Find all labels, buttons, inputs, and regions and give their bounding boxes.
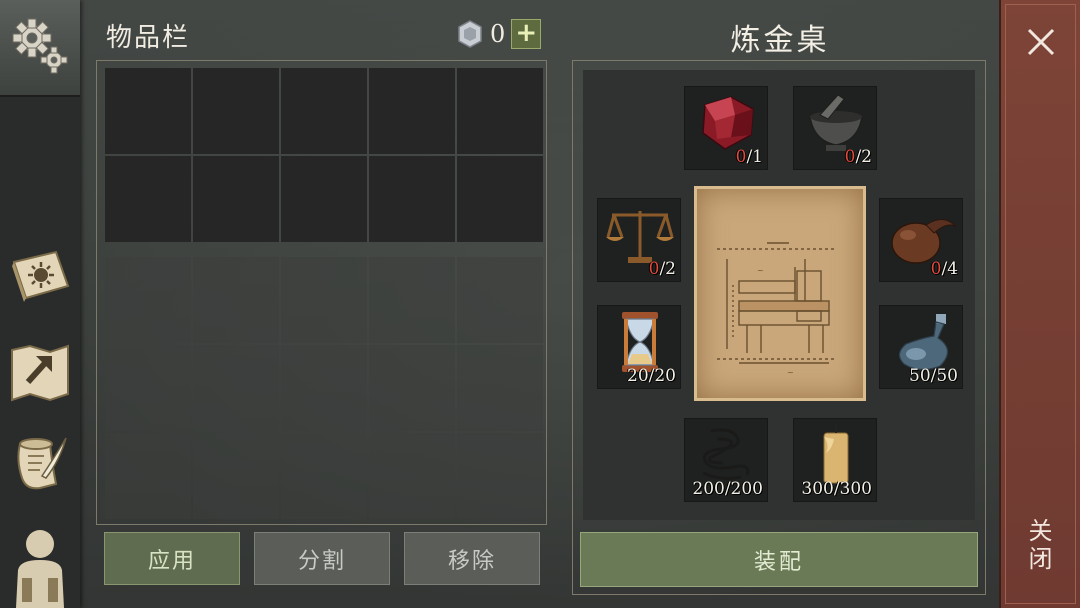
inventory-active-grid bbox=[105, 68, 543, 242]
split-button[interactable]: 分割 bbox=[254, 532, 390, 585]
count-need: 300/300 bbox=[801, 479, 872, 499]
currency-display: 0 + bbox=[456, 18, 542, 50]
silver-gem-icon bbox=[458, 20, 482, 48]
slot-flask[interactable]: 50/50 bbox=[879, 305, 963, 389]
locked-slot bbox=[105, 433, 191, 519]
slot-count: 200/200 bbox=[692, 479, 763, 499]
mortar-pestle-icon bbox=[809, 94, 863, 151]
locked-slot bbox=[457, 257, 543, 343]
map-button[interactable] bbox=[6, 338, 74, 406]
inventory-slot[interactable] bbox=[457, 156, 543, 242]
inventory-slot[interactable] bbox=[193, 156, 279, 242]
inventory-slot[interactable] bbox=[193, 68, 279, 154]
slot-hourglass[interactable]: 20/20 bbox=[597, 305, 681, 389]
slot-count: 300/300 bbox=[801, 479, 872, 499]
count-have: 0 bbox=[844, 147, 856, 167]
glass-flask-icon bbox=[898, 314, 949, 371]
inventory-slot[interactable] bbox=[281, 156, 367, 242]
slot-red-crystal[interactable]: 0/1 bbox=[684, 86, 768, 170]
count-need: 50/50 bbox=[909, 366, 958, 386]
inventory-slot[interactable] bbox=[369, 68, 455, 154]
locked-slot bbox=[281, 257, 367, 343]
slot-count: 0/2 bbox=[649, 259, 676, 279]
svg-text:~: ~ bbox=[757, 266, 764, 275]
slot-gourd[interactable]: 0/4 bbox=[879, 198, 963, 282]
count-have: 0 bbox=[735, 147, 747, 167]
locked-slot bbox=[369, 433, 455, 519]
gourd-icon bbox=[891, 219, 957, 264]
slot-count: 0/1 bbox=[736, 147, 763, 167]
locked-slot bbox=[369, 345, 455, 431]
slot-count: 0/2 bbox=[845, 147, 872, 167]
inventory-slot[interactable] bbox=[457, 68, 543, 154]
inventory-slot[interactable] bbox=[105, 156, 191, 242]
add-currency-button[interactable]: + bbox=[511, 19, 542, 49]
settings-button[interactable] bbox=[0, 0, 80, 97]
locked-slot bbox=[105, 345, 191, 431]
locked-slot bbox=[369, 257, 455, 343]
character-button[interactable] bbox=[6, 522, 74, 608]
locked-slot bbox=[193, 433, 279, 519]
count-need: /1 bbox=[746, 147, 763, 167]
locked-slot bbox=[105, 257, 191, 343]
remove-button[interactable]: 移除 bbox=[404, 532, 540, 585]
alchemy-table-blueprint: ~ ~ bbox=[694, 186, 866, 401]
close-label[interactable]: 关闭 bbox=[1024, 518, 1056, 574]
sun-book-icon bbox=[12, 250, 70, 302]
inventory-slot[interactable] bbox=[369, 156, 455, 242]
candle-icon bbox=[823, 425, 849, 484]
count-need: 200/200 bbox=[692, 479, 763, 499]
slot-rope[interactable]: 200/200 bbox=[684, 418, 768, 502]
count-have: 0 bbox=[930, 259, 942, 279]
slot-mortar[interactable]: 0/2 bbox=[793, 86, 877, 170]
count-need: /4 bbox=[941, 259, 958, 279]
hourglass-icon bbox=[622, 312, 658, 372]
close-bar[interactable] bbox=[999, 0, 1080, 608]
slot-candle[interactable]: 300/300 bbox=[793, 418, 877, 502]
inventory-slot[interactable] bbox=[281, 68, 367, 154]
inventory-locked-grid bbox=[105, 257, 543, 519]
rope-icon bbox=[702, 428, 750, 480]
alchemy-title: 炼金桌 bbox=[730, 23, 830, 58]
scales-icon bbox=[606, 211, 674, 263]
close-icon[interactable] bbox=[1021, 22, 1061, 62]
journal-button[interactable] bbox=[6, 240, 74, 308]
count-need: 20/20 bbox=[627, 366, 676, 386]
locked-slot bbox=[457, 433, 543, 519]
count-need: /2 bbox=[659, 259, 676, 279]
map-icon bbox=[11, 344, 69, 402]
slot-count: 50/50 bbox=[909, 366, 958, 386]
inventory-title: 物品栏 bbox=[106, 23, 191, 53]
count-need: /2 bbox=[855, 147, 872, 167]
blueprint-drawing-icon: ~~ bbox=[717, 242, 837, 377]
apply-button[interactable]: 应用 bbox=[104, 532, 240, 585]
locked-slot bbox=[193, 345, 279, 431]
slot-count: 20/20 bbox=[627, 366, 676, 386]
slot-count: 0/4 bbox=[931, 259, 958, 279]
locked-slot bbox=[281, 345, 367, 431]
currency-value: 0 bbox=[490, 20, 506, 48]
gear-icon bbox=[12, 18, 68, 74]
inventory-slot[interactable] bbox=[105, 68, 191, 154]
close-bar-border bbox=[1005, 4, 1076, 604]
equip-button[interactable]: 装配 bbox=[580, 532, 978, 587]
locked-slot bbox=[457, 345, 543, 431]
scroll-quill-icon bbox=[17, 437, 67, 490]
locked-slot bbox=[281, 433, 367, 519]
left-rail bbox=[0, 0, 80, 608]
quest-scroll-button[interactable] bbox=[6, 430, 74, 498]
character-silhouette-icon bbox=[16, 530, 64, 608]
locked-slot bbox=[193, 257, 279, 343]
red-crystal-icon bbox=[702, 96, 754, 150]
slot-scales[interactable]: 0/2 bbox=[597, 198, 681, 282]
count-have: 0 bbox=[648, 259, 660, 279]
svg-text:~: ~ bbox=[787, 368, 794, 377]
